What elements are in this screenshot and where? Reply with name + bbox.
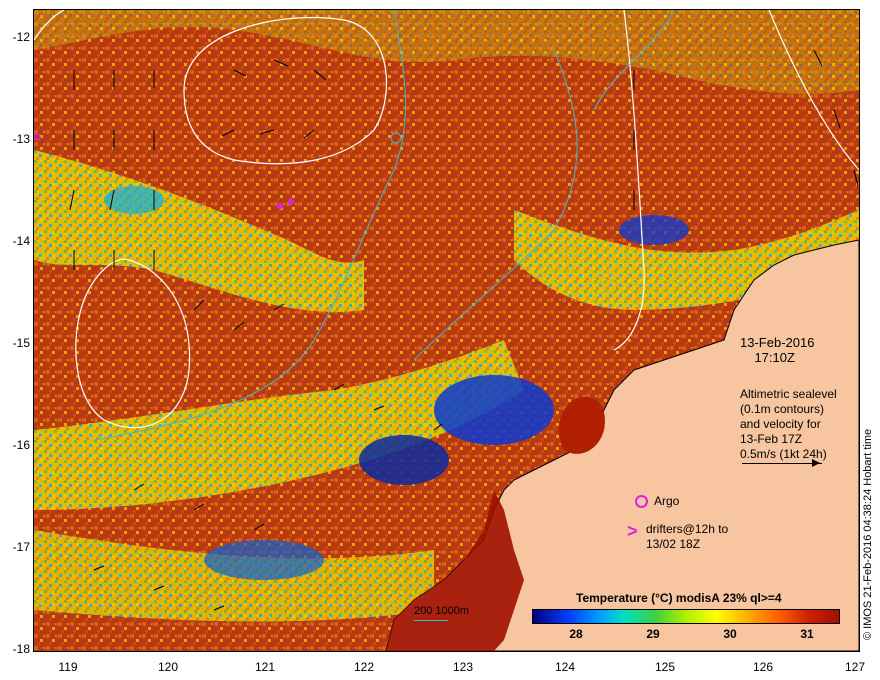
lat-tick: -13: [12, 132, 30, 146]
drifters-label: drifters@12h to 13/02 18Z: [646, 522, 729, 551]
altimetry-note: Altimetric sealevel (0.1m contours) and …: [740, 387, 837, 461]
sst-map: 13-Feb-2016 17:10Z Altimetric sealevel (…: [33, 9, 860, 652]
date-label: 13-Feb-2016 17:10Z: [740, 335, 815, 365]
colorbar-tick: 31: [800, 627, 814, 641]
lon-tick: 121: [254, 660, 276, 674]
velocity-scale-arrow: [742, 463, 822, 464]
lon-tick: 123: [452, 660, 474, 674]
lon-tick: 127: [844, 660, 866, 674]
colorbar-tick: 30: [723, 627, 737, 641]
sst-map-canvas: [34, 10, 859, 651]
lon-tick: 126: [752, 660, 774, 674]
colorbar-title: Temperature (°C) modisA 23% ql>=4: [576, 591, 782, 605]
depth-contour-legend: 200 1000m: [414, 605, 470, 617]
depth-contour-line-icon: [414, 620, 448, 621]
lat-tick: -12: [12, 30, 30, 44]
arrow-head-icon: [812, 459, 820, 467]
lon-tick: 125: [654, 660, 676, 674]
imos-credit: © IMOS 21-Feb-2016 04:38:24 Hobart time: [862, 428, 874, 640]
temperature-colorbar: [532, 609, 840, 624]
colorbar-tick: 28: [569, 627, 583, 641]
lon-tick: 124: [554, 660, 576, 674]
lat-tick: -17: [12, 540, 30, 554]
lat-tick: -14: [12, 234, 30, 248]
lon-tick: 119: [58, 660, 78, 674]
colorbar-tick: 29: [646, 627, 660, 641]
lat-tick: -15: [12, 336, 30, 350]
lat-tick: -16: [12, 438, 30, 452]
argo-marker-icon: [635, 495, 648, 508]
lat-tick: -18: [12, 642, 30, 656]
argo-label: Argo: [654, 494, 680, 508]
lon-tick: 120: [157, 660, 179, 674]
lon-tick: 122: [353, 660, 375, 674]
drifter-chevron-icon: >: [627, 521, 638, 541]
